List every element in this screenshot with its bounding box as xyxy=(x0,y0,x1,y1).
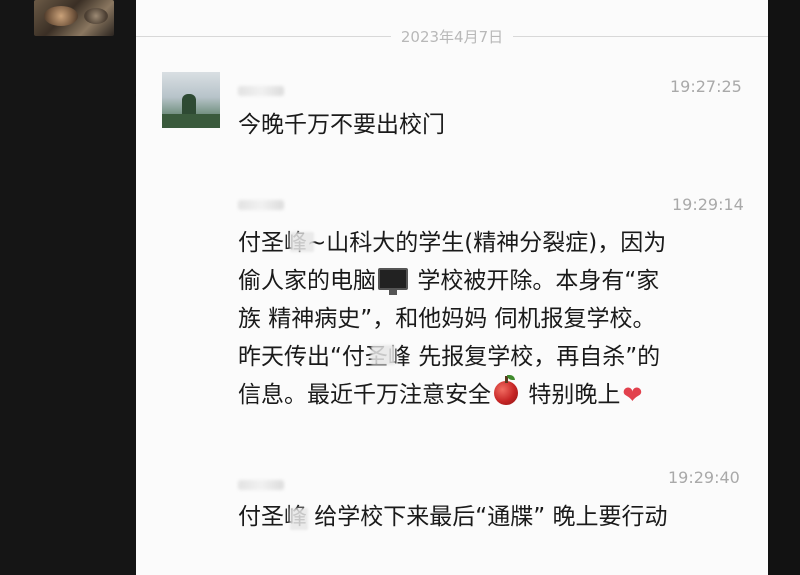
message-time: 19:29:40 xyxy=(668,468,740,487)
message-line: 信息。最近千万注意安全 特别晚上❤ xyxy=(238,375,666,414)
bowl-shape xyxy=(44,6,78,26)
redaction-smudge xyxy=(371,345,395,365)
message-segment: 信息。最近千万注意安全 xyxy=(238,382,491,408)
sender-name-blurred xyxy=(238,480,284,490)
desktop-computer-icon xyxy=(378,268,408,295)
message-time: 19:27:25 xyxy=(670,77,742,96)
sender-name-blurred xyxy=(238,200,284,210)
bowl-shape xyxy=(84,8,108,24)
message-text[interactable]: 付圣峰~山科大的学生(精神分裂症)，因为 偷人家的电脑 学校被开除。本身有“家 … xyxy=(238,224,666,414)
sender-avatar[interactable] xyxy=(162,72,220,128)
message-line: 族 精神病史”，和他妈妈 伺机报复学校。 xyxy=(238,306,656,332)
message-time: 19:29:14 xyxy=(672,195,744,214)
message-line: 今晚千万不要出校门 xyxy=(238,112,445,138)
message-segment: 偷人家的电脑 xyxy=(238,268,376,294)
message-segment: 特别晚上 xyxy=(528,382,621,408)
redaction-smudge xyxy=(290,232,314,252)
date-label: 2023年4月7日 xyxy=(390,28,514,46)
heart-icon: ❤ xyxy=(622,381,643,409)
sender-name-blurred xyxy=(238,86,284,96)
message-line: 昨天传出“付圣峰 先报复学校，再自杀”的 xyxy=(238,344,661,370)
message-line: 偷人家的电脑 学校被开除。本身有“家 xyxy=(238,262,666,300)
date-separator: 2023年4月7日 xyxy=(136,24,768,48)
message-segment: 学校被开除。本身有“家 xyxy=(417,268,660,294)
redaction-smudge xyxy=(290,508,308,530)
food-photo-thumbnail[interactable] xyxy=(34,0,114,36)
red-apple-icon xyxy=(494,375,518,405)
avatar-grass xyxy=(162,114,220,128)
message-text[interactable]: 今晚千万不要出校门 xyxy=(238,106,445,144)
left-background-strip xyxy=(0,0,136,575)
right-background-strip xyxy=(768,0,800,575)
